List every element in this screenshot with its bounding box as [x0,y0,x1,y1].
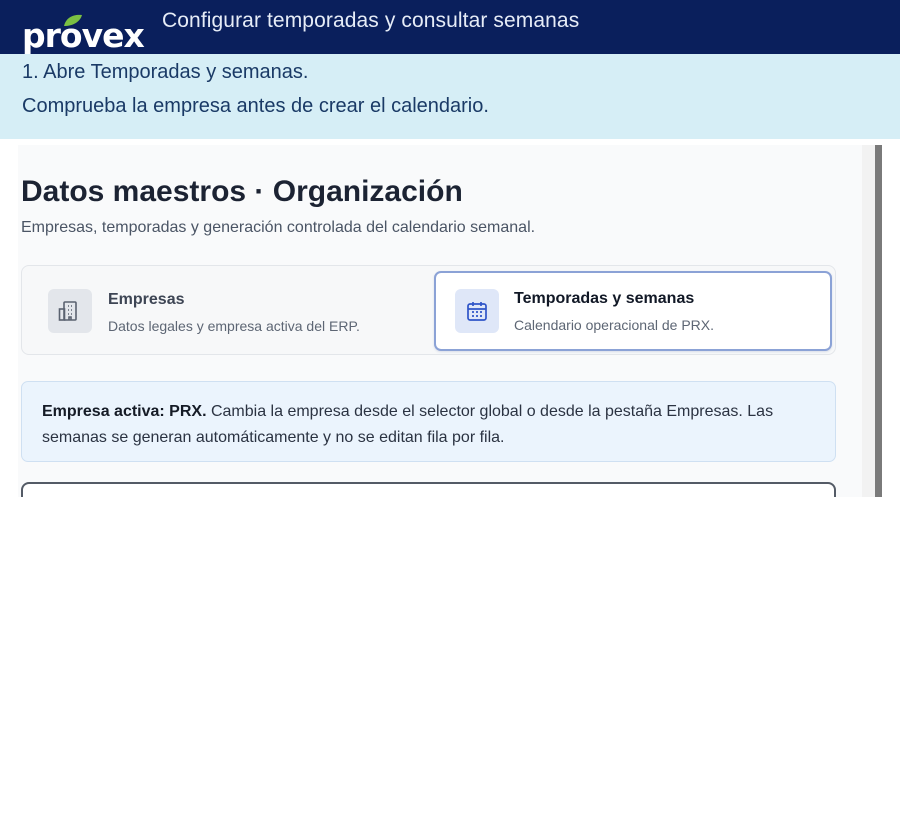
page-title: Datos maestros · Organización [21,175,463,208]
content-card [21,482,836,497]
tab-empresas[interactable]: Empresas Datos legales y empresa activa … [28,271,428,351]
notice-text: Empresa activa: PRX. Cambia la empresa d… [42,399,817,451]
active-company-label: Empresa activa: PRX. [42,403,207,420]
tab-temporadas-label: Temporadas y semanas [514,290,695,307]
logo-text: provex [22,16,145,55]
section-tabs: Empresas Datos legales y empresa activa … [21,265,836,355]
app-screenshot: Datos maestros · Organización Empresas, … [18,145,862,497]
provex-logo: provex [22,14,152,55]
building-icon [48,289,92,333]
guide-title: Configurar temporadas y consultar semana… [162,9,580,32]
calendar-icon [455,289,499,333]
page-subtitle: Empresas, temporadas y generación contro… [21,219,536,236]
instruction-banner: 1. Abre Temporadas y semanas. Comprueba … [0,54,900,139]
active-company-notice: Empresa activa: PRX. Cambia la empresa d… [21,381,836,462]
tab-temporadas-description: Calendario operacional de PRX. [514,317,715,333]
guide-header: provex Configurar temporadas y consultar… [0,0,900,54]
tab-empresas-description: Datos legales y empresa activa del ERP. [108,318,360,334]
instruction-hint: Comprueba la empresa antes de crear el c… [22,95,489,117]
scrollbar-thumb[interactable] [875,145,882,497]
tab-empresas-label: Empresas [108,291,185,308]
tab-temporadas-semanas[interactable]: Temporadas y semanas Calendario operacio… [434,271,832,351]
instruction-step: 1. Abre Temporadas y semanas. [22,61,309,83]
